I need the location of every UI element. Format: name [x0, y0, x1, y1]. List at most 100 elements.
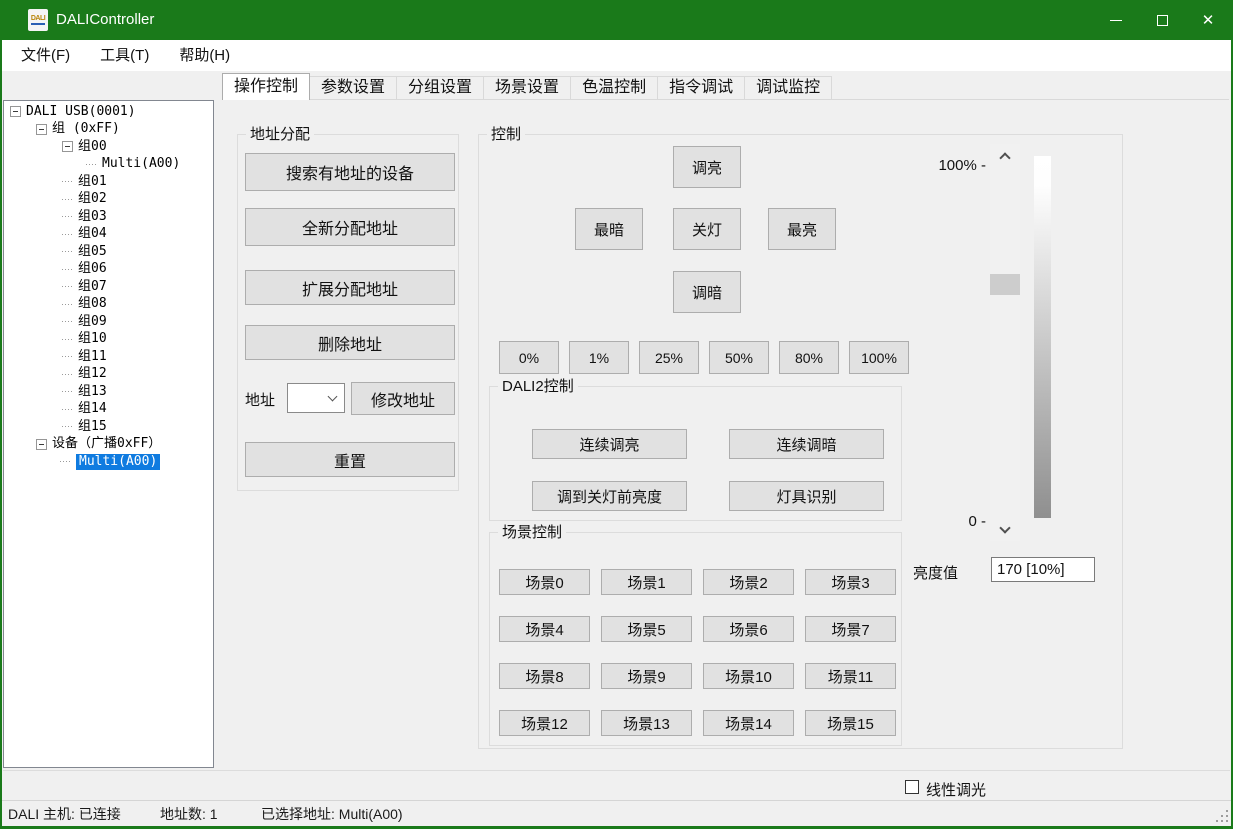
scrollbar-thumb[interactable]: [990, 274, 1020, 295]
tree-item-group08[interactable]: 组08: [4, 296, 213, 314]
collapse-icon[interactable]: [62, 141, 73, 152]
lights-off-button[interactable]: 关灯: [673, 208, 741, 250]
scene-12-button[interactable]: 场景12: [499, 710, 590, 736]
percent-0-button[interactable]: 0%: [499, 341, 559, 374]
tree-item-group00[interactable]: 组00: [4, 138, 213, 156]
tree-item-multi-a00-selected[interactable]: Multi(A00): [4, 453, 213, 471]
tab-color-temp-control[interactable]: 色温控制: [570, 76, 658, 100]
luminaire-identify-button[interactable]: 灯具识别: [729, 481, 884, 511]
status-bar: DALI 主机: 已连接 地址数: 1 已选择地址: Multi(A00): [0, 800, 1233, 827]
address-combobox[interactable]: [287, 383, 345, 413]
scroll-up-button[interactable]: [990, 146, 1020, 165]
brightness-gradient-bar: [1034, 156, 1051, 518]
brightest-button[interactable]: 最亮: [768, 208, 836, 250]
tree-connector: [60, 461, 71, 462]
assign-extend-address-button[interactable]: 扩展分配地址: [245, 270, 455, 305]
collapse-icon[interactable]: [10, 106, 21, 117]
continuous-brighten-button[interactable]: 连续调亮: [532, 429, 687, 459]
tree-item-group15[interactable]: 组15: [4, 418, 213, 436]
scene-13-button[interactable]: 场景13: [601, 710, 692, 736]
tab-page-bottom-border: [3, 770, 1230, 771]
tree-item-group09[interactable]: 组09: [4, 313, 213, 331]
delete-address-button[interactable]: 删除地址: [245, 325, 455, 360]
status-address-count: 地址数: 1: [160, 801, 218, 827]
tree-item-group12[interactable]: 组12: [4, 366, 213, 384]
scroll-down-button[interactable]: [990, 520, 1020, 539]
tree-item-device-broadcast[interactable]: 设备（广播0xFF）: [4, 436, 213, 454]
tree-item-group03[interactable]: 组03: [4, 208, 213, 226]
tree-connector: [62, 339, 73, 340]
scene-10-button[interactable]: 场景10: [703, 663, 794, 689]
tree-connector: [62, 321, 73, 322]
tree-item-group-ff[interactable]: 组 (0xFF): [4, 121, 213, 139]
tree-item-group02[interactable]: 组02: [4, 191, 213, 209]
window-title: DALIController: [56, 0, 154, 40]
brightness-value-box[interactable]: 170 [10%]: [991, 557, 1095, 582]
continuous-darken-button[interactable]: 连续调暗: [729, 429, 884, 459]
scene-3-button[interactable]: 场景3: [805, 569, 896, 595]
minimize-button[interactable]: [1093, 0, 1139, 40]
tree-connector: [62, 374, 73, 375]
darkest-button[interactable]: 最暗: [575, 208, 643, 250]
tab-debug-monitor[interactable]: 调试监控: [744, 76, 832, 100]
tree-connector: [62, 409, 73, 410]
tree-item-group14[interactable]: 组14: [4, 401, 213, 419]
linear-dimming-checkbox[interactable]: [905, 780, 919, 794]
scene-0-button[interactable]: 场景0: [499, 569, 590, 595]
brightness-scrollbar[interactable]: [990, 144, 1020, 541]
scene-1-button[interactable]: 场景1: [601, 569, 692, 595]
tab-parameter-settings[interactable]: 参数设置: [309, 76, 397, 100]
tree-item-group06[interactable]: 组06: [4, 261, 213, 279]
menu-help[interactable]: 帮助(H): [164, 40, 245, 71]
menu-tools[interactable]: 工具(T): [85, 40, 164, 71]
search-addressed-devices-button[interactable]: 搜索有地址的设备: [245, 153, 455, 191]
close-button[interactable]: ✕: [1185, 0, 1231, 40]
scene-11-button[interactable]: 场景11: [805, 663, 896, 689]
tab-operation-control[interactable]: 操作控制: [222, 73, 310, 100]
chevron-down-icon: [999, 522, 1010, 533]
tree-item-group04[interactable]: 组04: [4, 226, 213, 244]
tree-item-group01[interactable]: 组01: [4, 173, 213, 191]
assign-new-address-button[interactable]: 全新分配地址: [245, 208, 455, 246]
percent-25-button[interactable]: 25%: [639, 341, 699, 374]
scene-15-button[interactable]: 场景15: [805, 710, 896, 736]
scene-7-button[interactable]: 场景7: [805, 616, 896, 642]
tree-item-group05[interactable]: 组05: [4, 243, 213, 261]
percent-100-button[interactable]: 100%: [849, 341, 909, 374]
scene-8-button[interactable]: 场景8: [499, 663, 590, 689]
scene-2-button[interactable]: 场景2: [703, 569, 794, 595]
collapse-icon[interactable]: [36, 439, 47, 450]
reset-button[interactable]: 重置: [245, 442, 455, 477]
darken-button[interactable]: 调暗: [673, 271, 741, 313]
scene-4-button[interactable]: 场景4: [499, 616, 590, 642]
tree-item-dali-usb[interactable]: DALI USB(0001): [4, 103, 213, 121]
tree-connector: [62, 251, 73, 252]
restore-pre-off-level-button[interactable]: 调到关灯前亮度: [532, 481, 687, 511]
scene-9-button[interactable]: 场景9: [601, 663, 692, 689]
tree-item-group07[interactable]: 组07: [4, 278, 213, 296]
scene-6-button[interactable]: 场景6: [703, 616, 794, 642]
percent-50-button[interactable]: 50%: [709, 341, 769, 374]
menu-file[interactable]: 文件(F): [6, 40, 85, 71]
tab-group-settings[interactable]: 分组设置: [396, 76, 484, 100]
tab-command-debug[interactable]: 指令调试: [657, 76, 745, 100]
modify-address-button[interactable]: 修改地址: [351, 382, 455, 415]
collapse-icon[interactable]: [36, 124, 47, 135]
app-icon-text: DALI: [31, 15, 45, 25]
maximize-button[interactable]: [1139, 0, 1185, 40]
tree-item-group11[interactable]: 组11: [4, 348, 213, 366]
tree-item-group10[interactable]: 组10: [4, 331, 213, 349]
tab-scene-settings[interactable]: 场景设置: [483, 76, 571, 100]
percent-80-button[interactable]: 80%: [779, 341, 839, 374]
scene-button-grid: 场景0 场景1 场景2 场景3 场景4 场景5 场景6 场景7 场景8 场景9 …: [499, 569, 896, 736]
scene-5-button[interactable]: 场景5: [601, 616, 692, 642]
tree-item-multi-a00[interactable]: Multi(A00): [4, 156, 213, 174]
brighten-button[interactable]: 调亮: [673, 146, 741, 188]
percent-1-button[interactable]: 1%: [569, 341, 629, 374]
tree-connector: [62, 391, 73, 392]
tree-connector: [62, 181, 73, 182]
tree-item-group13[interactable]: 组13: [4, 383, 213, 401]
scene-14-button[interactable]: 场景14: [703, 710, 794, 736]
scene-control-group: 场景控制 场景0 场景1 场景2 场景3 场景4 场景5 场景6 场景7 场景8…: [489, 532, 902, 746]
resize-grip-icon[interactable]: [1215, 809, 1229, 823]
